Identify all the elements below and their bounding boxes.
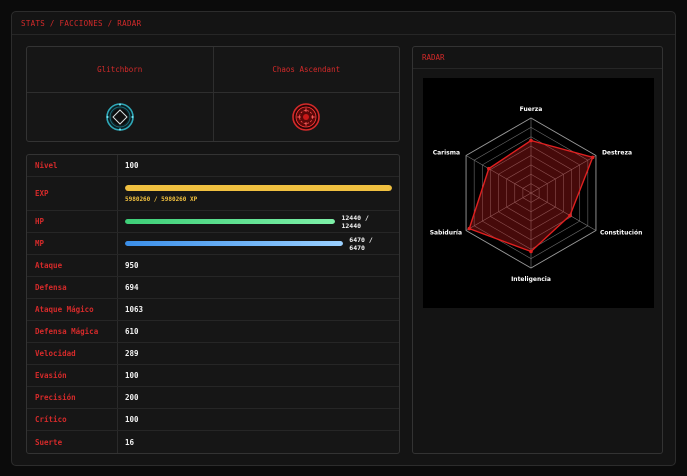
faction-chaos-ascendant[interactable]: Chaos Ascendant	[212, 47, 399, 141]
glitchborn-emblem-icon	[105, 103, 134, 131]
radar-data-point	[590, 155, 595, 160]
radar-title: RADAR	[413, 47, 662, 69]
stats-table: Nivel 100 EXP 5980260 / 5980260 XP HP 12…	[26, 154, 400, 454]
stat-row: Ataque Mágico 1063	[27, 299, 399, 321]
stat-label: Velocidad	[27, 343, 118, 364]
radar-axis-label: Constitución	[600, 230, 642, 237]
stat-value: 610	[125, 327, 139, 336]
stat-label: Ataque Mágico	[27, 299, 118, 320]
stat-row: Suerte 16	[27, 431, 399, 453]
breadcrumb: STATS / FACCIONES / RADAR	[21, 19, 142, 28]
stat-label: Ataque	[27, 255, 118, 276]
exp-text: 5980260 / 5980260 XP	[125, 195, 198, 203]
faction-name: Chaos Ascendant	[213, 47, 399, 93]
hp-bar	[125, 219, 336, 224]
stat-label: Precisión	[27, 387, 118, 408]
radar-axis-label: Destreza	[602, 150, 632, 157]
radar-chart: Fuerza Destreza Constitución Inteligencia Sa…	[423, 78, 654, 308]
mp-text: 6470 / 6470	[349, 235, 373, 252]
stat-label: HP	[27, 211, 118, 232]
stat-rows: Ataque 950 Defensa 694 Ataque Mágico 1063 Defe…	[27, 255, 399, 453]
stat-value: 100	[125, 415, 139, 424]
stat-value: 200	[125, 393, 139, 402]
stat-label: EXP	[27, 177, 118, 210]
stat-row-exp: EXP 5980260 / 5980260 XP	[27, 177, 399, 211]
chaos-emblem-icon	[292, 103, 321, 131]
header-divider	[12, 34, 675, 35]
stat-value: 100	[125, 371, 139, 380]
stat-value: 100	[125, 161, 139, 170]
stat-row-mp: MP 6470 / 6470	[27, 233, 399, 255]
stat-label: Defensa	[27, 277, 118, 298]
radar-data-area	[468, 139, 594, 253]
radar-axis-label: Sabiduría	[430, 230, 462, 237]
exp-bar-fill	[125, 184, 392, 191]
hp-bar-fill	[125, 219, 336, 224]
stat-value: 950	[125, 261, 139, 270]
stat-row: Precisión 200	[27, 387, 399, 409]
stat-value: 16	[125, 437, 135, 447]
stat-row-nivel: Nivel 100	[27, 155, 399, 177]
radar-axis-label: Fuerza	[520, 106, 543, 113]
stat-value: 1063	[125, 305, 144, 314]
stat-label: MP	[27, 233, 118, 254]
stat-row: Crítico 100	[27, 409, 399, 431]
radar-panel: RADAR Fuerza Destreza Constitución Intelige…	[412, 46, 663, 454]
stat-row-hp: HP 12440 / 12440	[27, 211, 399, 233]
hp-text: 12440 / 12440	[341, 213, 369, 230]
radar-data-point	[486, 166, 491, 171]
faction-name: Glitchborn	[27, 47, 213, 93]
factions-panel: Glitchborn Chaos Ascendant	[26, 46, 400, 142]
radar-data-point	[529, 249, 533, 254]
radar-svg: Fuerza Destreza Constitución Inteligencia Sa…	[430, 106, 643, 283]
radar-axis-label: Carisma	[433, 150, 460, 157]
stats-window: STATS / FACCIONES / RADAR Glitchborn Cha…	[11, 11, 676, 466]
mp-bar	[125, 241, 344, 246]
radar-axis-label: Inteligencia	[511, 276, 551, 283]
stat-label: Evasión	[27, 365, 118, 386]
stat-label: Crítico	[27, 409, 118, 430]
mp-bar-fill	[125, 241, 344, 246]
stat-row: Defensa 694	[27, 277, 399, 299]
stat-row: Evasión 100	[27, 365, 399, 387]
stat-row: Defensa Mágica 610	[27, 321, 399, 343]
stat-row: Ataque 950	[27, 255, 399, 277]
radar-data-point	[568, 213, 572, 218]
radar-data-point	[529, 138, 533, 143]
stat-value: 289	[125, 349, 139, 358]
stat-label: Suerte	[27, 431, 118, 453]
exp-bar	[125, 184, 392, 191]
radar-data-point	[467, 226, 472, 231]
stat-label: Nivel	[27, 155, 118, 176]
faction-glitchborn[interactable]: Glitchborn	[27, 47, 213, 141]
stat-value: 694	[125, 283, 139, 292]
stat-row: Velocidad 289	[27, 343, 399, 365]
stat-label: Defensa Mágica	[27, 321, 118, 342]
